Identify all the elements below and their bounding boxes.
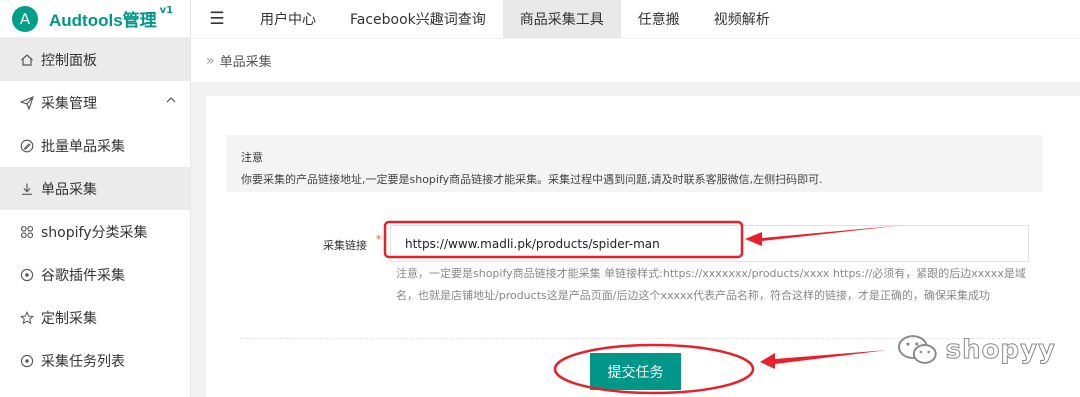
menu-toggle-icon[interactable]: ☰ [191,9,243,29]
watermark: shopyy [896,330,1056,370]
breadcrumb: » 单品采集 [191,39,1080,82]
sidebar-item-google-plugin[interactable]: 谷歌插件采集 [0,253,190,296]
sidebar-item-task-list[interactable]: 采集任务列表 [0,339,190,382]
sidebar-item-dashboard[interactable]: 控制面板 [0,38,190,81]
logo: A [12,5,38,32]
sidebar-item-label: 谷歌插件采集 [41,267,125,284]
watermark-text: shopyy [945,335,1056,366]
home-icon [19,52,35,68]
radio-icon [19,353,35,369]
tab-user-center[interactable]: 用户中心 [243,0,333,38]
sidebar-item-single-collect[interactable]: 单品采集 [0,167,190,210]
notice-title: 注意 [241,151,263,164]
chevron-up-icon [166,95,176,108]
brand: A Audtools管理 v1 [0,0,190,38]
top-nav: ☰ 用户中心 Facebook兴趣词查询 商品采集工具 任意搬 视频解析 [191,0,1080,38]
version-badge: v1 [159,5,174,16]
notice-box: 注意 你要采集的产品链接地址,一定要是shopify商品链接才能采集。采集过程中… [226,135,1043,192]
sidebar-item-custom-collect[interactable]: 定制采集 [0,296,190,339]
edit-circle-icon [19,138,35,154]
send-icon [19,95,35,111]
sidebar-item-label: 单品采集 [41,181,97,198]
radio-icon [19,267,35,283]
grid-icon [19,224,35,240]
submit-task-button[interactable]: 提交任务 [590,353,681,390]
sidebar-item-label: 批量单品采集 [41,138,125,155]
sidebar-item-batch-collect[interactable]: 批量单品采集 [0,124,190,167]
notice-text: 你要采集的产品链接地址,一定要是shopify商品链接才能采集。采集过程中遇到问… [241,173,823,186]
sidebar-item-shopify-category[interactable]: shopify分类采集 [0,210,190,253]
url-input[interactable] [390,225,1029,262]
tab-video-parse[interactable]: 视频解析 [697,0,787,38]
sidebar-item-label: 采集任务列表 [41,353,125,370]
wechat-icon [897,335,937,364]
sidebar-item-label: shopify分类采集 [41,224,148,241]
url-hint: 注意，一定要是shopify商品链接才能采集 单链接样式:https://xxx… [396,267,1026,302]
tab-facebook-interest[interactable]: Facebook兴趣词查询 [333,0,503,38]
tab-product-collect[interactable]: 商品采集工具 [502,0,621,38]
download-icon [19,181,35,197]
star-icon [19,310,35,326]
sidebar-item-label: 采集管理 [41,95,97,112]
app-title: Audtools管理 [49,11,157,30]
tab-any-move[interactable]: 任意搬 [621,0,697,38]
sidebar: A Audtools管理 v1 控制面板 采集管理 批量单品采集 单品采集 sh… [0,0,191,397]
url-field-label: 采集链接 [323,239,367,252]
breadcrumb-current: 单品采集 [219,55,272,70]
double-chevron-right-icon: » [206,52,215,69]
sidebar-item-label: 控制面板 [41,52,97,69]
required-mark: * [376,234,381,245]
sidebar-item-collect-manage[interactable]: 采集管理 [0,81,190,124]
sidebar-item-label: 定制采集 [41,310,97,327]
